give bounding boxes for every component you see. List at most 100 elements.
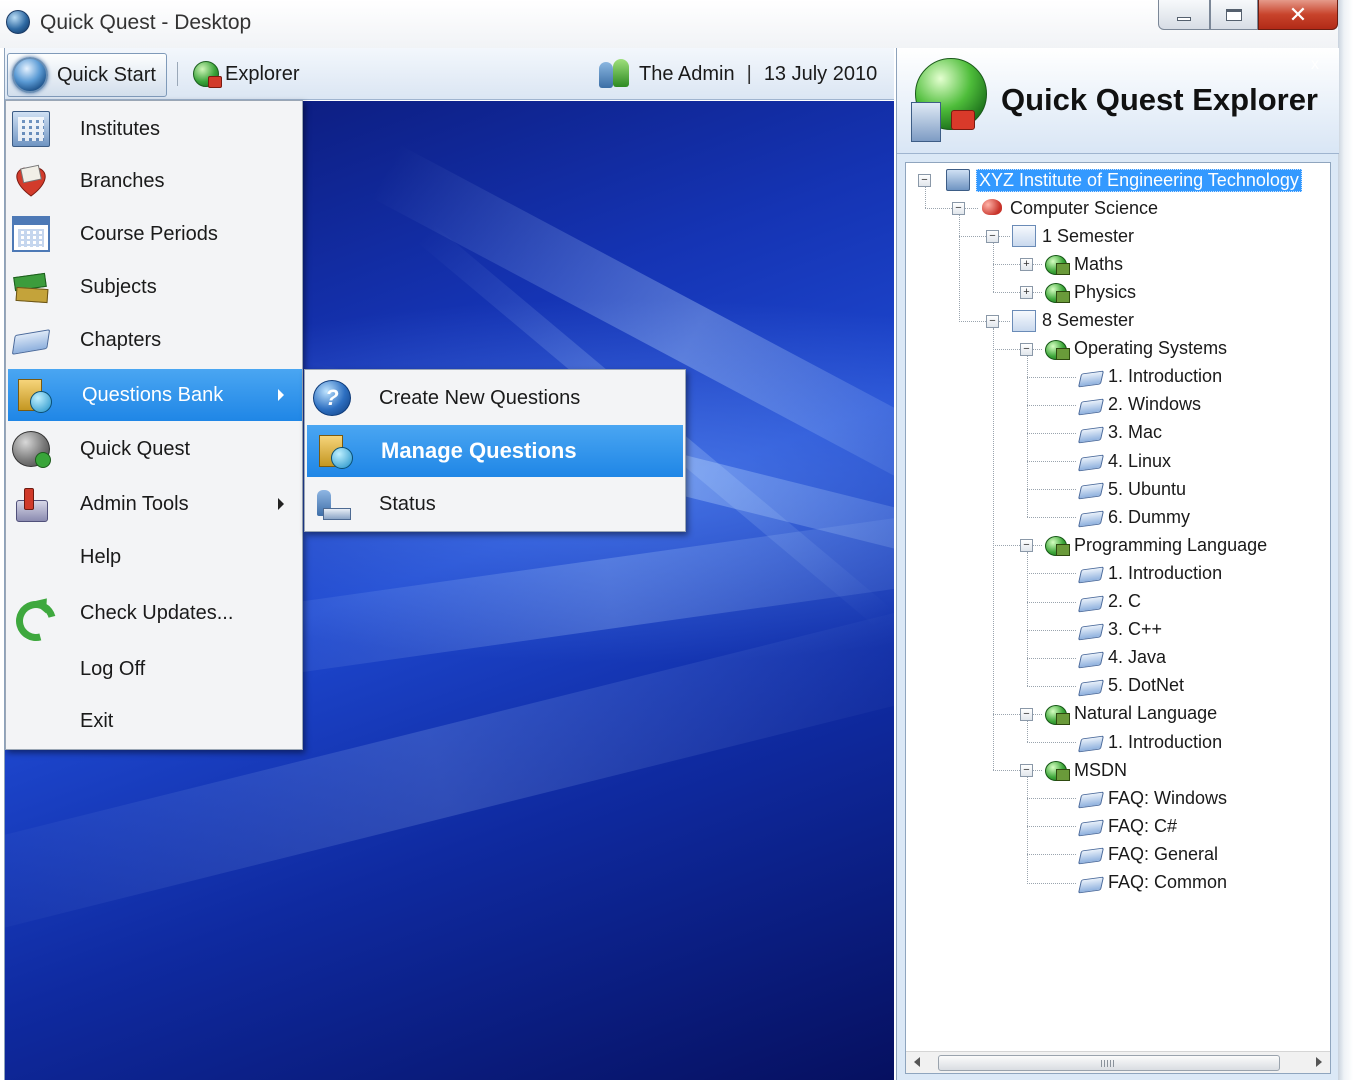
menu-item-quick-quest[interactable]: Quick Quest (6, 423, 302, 475)
tree-connector (1027, 573, 1076, 575)
tree-node-chapter[interactable]: 2. C (1078, 589, 1141, 615)
chapter-icon (1078, 843, 1102, 865)
submenu-item-label: Create New Questions (379, 387, 581, 409)
tree-node-subject[interactable]: Natural Language (1044, 701, 1217, 727)
tree-node-chapter[interactable]: 5. DotNet (1078, 673, 1184, 699)
current-date: 13 July 2010 (763, 62, 878, 85)
tree-node-chapter[interactable]: 4. Linux (1078, 448, 1171, 474)
institute-icon (946, 169, 970, 191)
window-controls: ✕ (1158, 0, 1338, 32)
menu-item-subjects[interactable]: Subjects (6, 261, 302, 313)
tree-node-chapter[interactable]: 1. Introduction (1078, 729, 1222, 755)
book-icon (12, 322, 50, 358)
help-icon: ? (313, 380, 351, 416)
collapse-icon[interactable]: − (952, 202, 965, 216)
tree-node-subject[interactable]: Programming Language (1044, 532, 1267, 558)
tree-node-chapter[interactable]: 6. Dummy (1078, 504, 1190, 530)
tree-node-subject[interactable]: Maths (1044, 251, 1123, 277)
menu-item-admin-tools[interactable]: Admin Tools (6, 478, 302, 530)
tree-connector (1027, 552, 1028, 686)
scroll-thumb[interactable] (938, 1055, 1280, 1071)
tree-connector (1027, 489, 1076, 491)
collapse-icon[interactable]: − (1020, 539, 1033, 553)
tree-connector (1027, 376, 1076, 378)
tree-node-label: 2. Windows (1108, 394, 1202, 415)
tree-connector (1027, 601, 1076, 603)
tree-node-chapter[interactable]: FAQ: C# (1078, 813, 1177, 839)
menu-item-log-off[interactable]: Log Off (6, 643, 302, 695)
tree-node-subject[interactable]: MSDN (1044, 757, 1127, 783)
tree-node-subject[interactable]: Physics (1044, 279, 1136, 305)
collapse-icon[interactable]: − (1020, 764, 1033, 778)
subject-icon (1044, 281, 1070, 304)
menu-item-chapters[interactable]: Chapters (6, 314, 302, 366)
tree-connector (1027, 461, 1076, 462)
tree-node-semester[interactable]: 1 Semester (1012, 223, 1134, 249)
tree-node-chapter[interactable]: 5. Ubuntu (1078, 476, 1186, 502)
questions-bank-icon (315, 433, 353, 469)
tree-connector (993, 770, 1042, 772)
collapse-icon[interactable]: − (918, 174, 931, 187)
collapse-icon[interactable]: − (986, 230, 999, 244)
tree-node-chapter[interactable]: FAQ: Common (1078, 870, 1227, 896)
tree-node-institute[interactable]: XYZ Institute of Engineering Technology (946, 167, 1302, 193)
tree-node-chapter[interactable]: 3. C++ (1078, 617, 1162, 643)
tree-node-semester[interactable]: 8 Semester (1012, 308, 1134, 334)
quick-start-orb-icon (12, 57, 48, 93)
tree-node-label: FAQ: General (1108, 843, 1219, 864)
collapse-icon[interactable]: − (1020, 707, 1033, 721)
window-frame (1338, 0, 1353, 1080)
explorer-close-icon[interactable]: x (1311, 56, 1319, 74)
tree-node-chapter[interactable]: FAQ: Windows (1078, 785, 1227, 811)
menu-item-branches[interactable]: Branches (6, 155, 302, 207)
submenu-item-manage-questions[interactable]: Manage Questions (307, 425, 683, 477)
tree-node-chapter[interactable]: 2. Windows (1078, 392, 1201, 418)
tree-node-chapter[interactable]: 1. Introduction (1078, 364, 1222, 390)
expand-icon[interactable]: + (1020, 286, 1033, 300)
menu-item-exit[interactable]: Exit (6, 695, 302, 747)
chapter-icon (1078, 591, 1102, 613)
tree-connector (993, 348, 1042, 350)
submenu-item-status[interactable]: Status (305, 478, 685, 530)
close-button[interactable]: ✕ (1258, 0, 1338, 30)
chapter-icon (1078, 647, 1102, 669)
chapter-icon (1078, 872, 1102, 894)
tree-node-branch[interactable]: Computer Science (980, 195, 1158, 221)
minimize-button[interactable] (1158, 0, 1210, 30)
tree-connector (1027, 432, 1076, 434)
tree-node-chapter[interactable]: 1. Introduction (1078, 560, 1222, 586)
menu-item-label: Subjects (80, 275, 157, 298)
toolbar-separator (177, 62, 178, 86)
window-titlebar[interactable]: Quick Quest - Desktop ✕ (0, 0, 1353, 48)
tree-node-chapter[interactable]: 4. Java (1078, 645, 1166, 671)
quick-start-button[interactable]: Quick Start (7, 53, 167, 97)
collapse-icon[interactable]: − (1020, 342, 1033, 356)
tree-node-label: 1. Introduction (1108, 366, 1223, 387)
submenu-item-create-new-questions[interactable]: ? Create New Questions (305, 372, 685, 424)
scroll-right-icon[interactable] (1316, 1057, 1322, 1067)
horizontal-scrollbar[interactable] (906, 1051, 1330, 1073)
tree-node-subject[interactable]: Operating Systems (1044, 336, 1227, 362)
close-icon: ✕ (1288, 1, 1308, 27)
menu-item-check-updates[interactable]: Check Updates... (6, 587, 302, 639)
subject-icon (1044, 338, 1070, 360)
tree-node-label: 3. Mac (1108, 422, 1163, 443)
tree-node-chapter[interactable]: 3. Mac (1078, 420, 1162, 446)
explorer-button[interactable]: Explorer (193, 58, 299, 90)
menu-item-institutes[interactable]: Institutes (6, 103, 302, 155)
explorer-tree[interactable]: XYZ Institute of Engineering Technology −… (905, 162, 1331, 1074)
maximize-button[interactable] (1210, 0, 1258, 30)
explorer-label: Explorer (225, 62, 300, 85)
semester-icon (1012, 225, 1036, 248)
menu-item-help[interactable]: Help (6, 531, 302, 583)
chapter-icon (1078, 450, 1102, 472)
menu-item-questions-bank[interactable]: Questions Bank (8, 369, 302, 421)
menu-item-label: Course Periods (80, 222, 218, 245)
expand-icon[interactable]: + (1020, 258, 1033, 272)
scroll-left-icon[interactable] (914, 1057, 920, 1067)
quick-start-label: Quick Start (57, 63, 156, 86)
tree-node-label: Programming Language (1074, 534, 1268, 555)
menu-item-course-periods[interactable]: Course Periods (6, 208, 302, 260)
tree-node-chapter[interactable]: FAQ: General (1078, 841, 1218, 867)
collapse-icon[interactable]: − (986, 314, 999, 328)
